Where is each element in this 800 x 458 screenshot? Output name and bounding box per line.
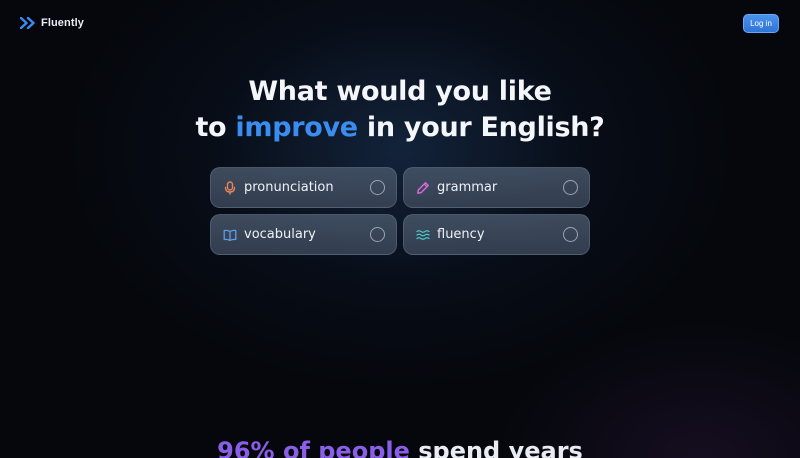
option-grammar[interactable]: grammar	[403, 167, 590, 208]
option-pronunciation[interactable]: pronunciation	[210, 167, 397, 208]
teaser-rest: spend years	[409, 437, 583, 458]
brand[interactable]: Fluently	[20, 17, 84, 29]
option-vocabulary[interactable]: vocabulary	[210, 214, 397, 255]
teaser-accent: 96% of people	[217, 437, 410, 458]
option-fluency[interactable]: fluency	[403, 214, 590, 255]
book-icon	[223, 229, 237, 241]
hero: What would you like to improve in your E…	[0, 74, 800, 146]
option-radio[interactable]	[563, 227, 578, 242]
title-line-2-pre: to	[195, 112, 236, 143]
page-title: What would you like to improve in your E…	[0, 74, 800, 146]
option-label: fluency	[437, 227, 485, 242]
brand-name: Fluently	[41, 17, 84, 29]
microphone-icon	[224, 180, 236, 195]
option-label: grammar	[437, 180, 498, 195]
option-radio[interactable]	[563, 180, 578, 195]
title-line-2-post: in your English?	[357, 112, 605, 143]
title-accent: improve	[235, 112, 358, 143]
title-line-1: What would you like	[248, 76, 552, 107]
pencil-icon	[417, 181, 429, 194]
page: Fluently Log in What would you like to i…	[0, 0, 800, 458]
section-teaser-heading: 96% of people spend years	[0, 436, 800, 458]
waves-icon	[416, 229, 430, 240]
option-radio[interactable]	[370, 180, 385, 195]
option-label: pronunciation	[244, 180, 334, 195]
double-chevron-right-icon	[20, 17, 35, 29]
top-bar: Fluently Log in	[0, 0, 800, 46]
option-label: vocabulary	[244, 227, 316, 242]
login-button[interactable]: Log in	[743, 13, 779, 33]
improvement-options: pronunciation grammar vocabulary fluency	[210, 167, 590, 255]
option-radio[interactable]	[370, 227, 385, 242]
